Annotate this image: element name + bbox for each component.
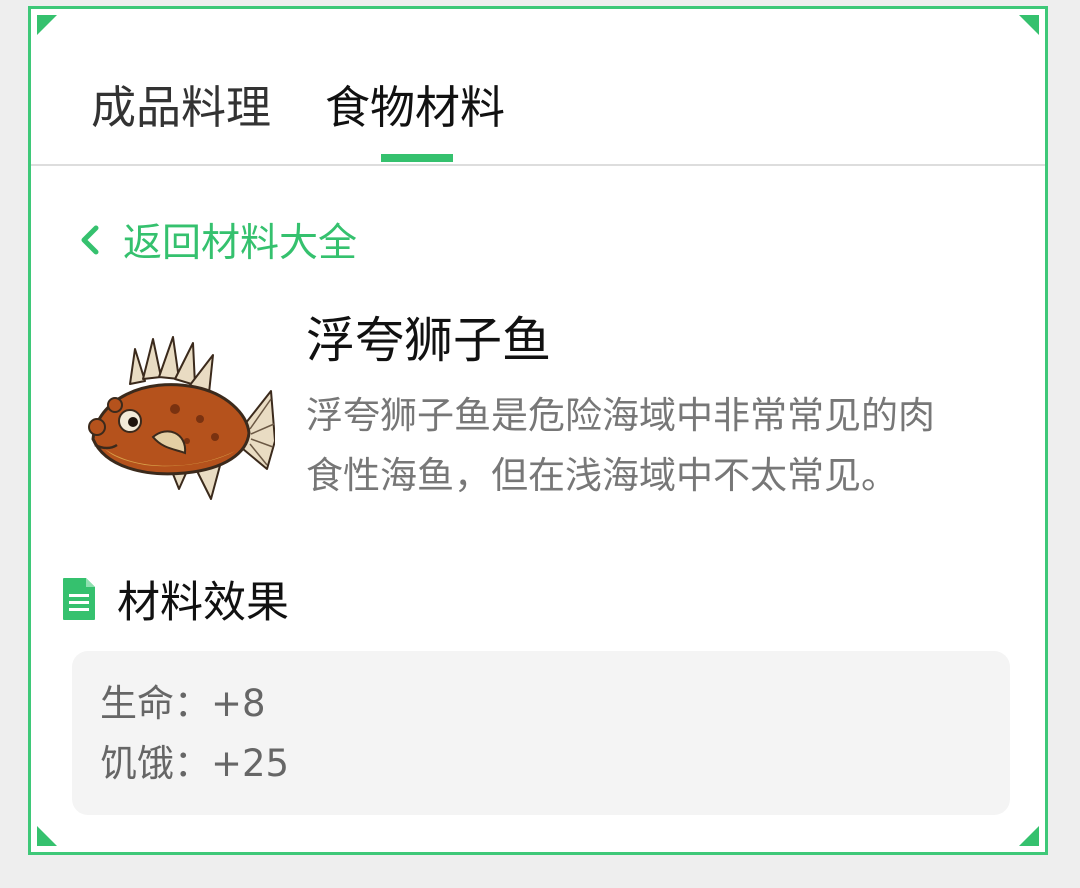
effect-hunger: 饥饿：+25 — [100, 742, 290, 785]
material-name: 浮夸狮子鱼 — [306, 312, 552, 369]
back-link-label: 返回材料大全 — [123, 221, 358, 266]
effect-health: 生命：+8 — [100, 682, 266, 725]
tab-food-materials[interactable]: 食物材料 — [325, 79, 505, 137]
active-tab-indicator — [381, 154, 453, 162]
material-card: 成品料理 食物材料 返回材料大全 浮夸狮子鱼 浮夸狮子鱼是危险海域中非常常见的肉… — [28, 6, 1048, 855]
material-description: 浮夸狮子鱼是危险海域中非常常见的肉 食性海鱼，但在浅海域中不太常见。 — [306, 394, 935, 497]
back-to-materials-link[interactable]: 返回材料大全 — [79, 214, 357, 266]
corner-decoration — [1019, 826, 1039, 846]
effects-box: 生命：+8 饥饿：+25 — [72, 651, 1010, 815]
effects-section-title: 材料效果 — [117, 578, 289, 628]
chevron-left-icon — [81, 225, 99, 255]
corner-decoration — [37, 826, 57, 846]
effects-section-header: 材料效果 — [61, 569, 289, 629]
tab-bar: 成品料理 食物材料 — [31, 9, 1045, 166]
tab-finished-dishes[interactable]: 成品料理 — [91, 79, 271, 137]
document-icon — [63, 578, 95, 620]
lionfish-image — [88, 336, 275, 500]
